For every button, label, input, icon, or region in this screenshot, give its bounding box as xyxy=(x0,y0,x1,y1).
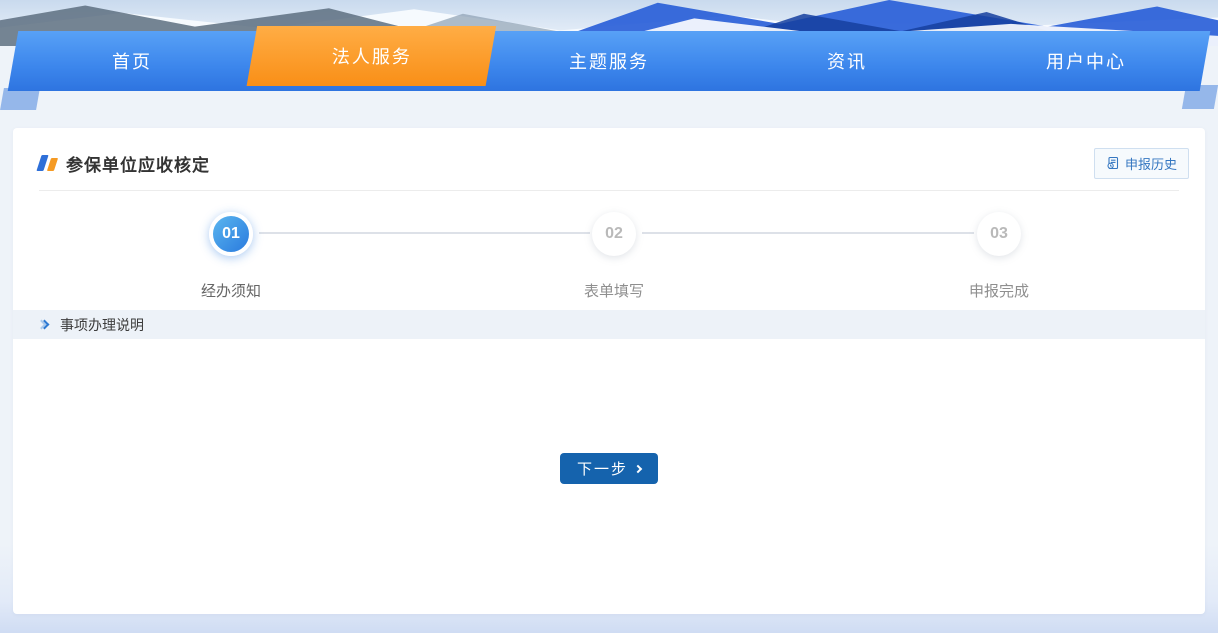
nav-tab-user-center[interactable]: 用户中心 xyxy=(961,31,1210,91)
nav-tab-legal-person-services[interactable]: 法人服务 xyxy=(247,26,496,86)
section-toggle-instructions[interactable]: 事项办理说明 xyxy=(13,310,1205,339)
step-label-1: 经办须知 xyxy=(151,280,311,301)
step-connector xyxy=(259,232,590,234)
nav-decorative-tail-left xyxy=(0,88,40,110)
nav-tab-news[interactable]: 资讯 xyxy=(723,31,972,91)
nav-bar: 首页 法人服务 主题服务 资讯 用户中心 xyxy=(8,31,1211,91)
step-circle-2: 02 xyxy=(592,212,636,256)
step-label-3: 申报完成 xyxy=(919,280,1079,301)
double-chevron-right-icon xyxy=(38,318,52,332)
next-step-label: 下一步 xyxy=(577,458,628,479)
nav-tab-label: 资讯 xyxy=(827,48,867,74)
card-header: 参保单位应收核定 申报历史 xyxy=(39,146,1189,180)
document-history-icon xyxy=(1106,156,1120,170)
nav-tab-label: 用户中心 xyxy=(1046,48,1126,74)
step-number: 01 xyxy=(222,225,240,243)
nav-tab-label: 主题服务 xyxy=(569,48,649,74)
double-slanted-bars-icon xyxy=(39,155,56,171)
next-step-button[interactable]: 下一步 xyxy=(560,453,658,484)
chevron-right-icon xyxy=(634,465,642,473)
step-connector xyxy=(642,232,974,234)
nav-tab-home[interactable]: 首页 xyxy=(8,31,257,91)
section-toggle-label: 事项办理说明 xyxy=(60,315,144,335)
declaration-history-button[interactable]: 申报历史 xyxy=(1094,148,1189,179)
nav-tab-label: 首页 xyxy=(112,48,152,74)
main-navigation: 首页 法人服务 主题服务 资讯 用户中心 xyxy=(0,0,1218,112)
step-number: 02 xyxy=(605,225,623,243)
declaration-history-label: 申报历史 xyxy=(1125,154,1177,173)
step-number: 03 xyxy=(990,225,1008,243)
title-wrap: 参保单位应收核定 xyxy=(39,151,210,176)
content-card: 参保单位应收核定 申报历史 01 02 03 经办须知 表单填写 申 xyxy=(13,128,1205,614)
nav-tab-label: 法人服务 xyxy=(331,43,411,69)
page-title: 参保单位应收核定 xyxy=(66,151,210,176)
header-divider xyxy=(39,190,1179,191)
nav-tab-theme-services[interactable]: 主题服务 xyxy=(485,31,734,91)
step-label-2: 表单填写 xyxy=(534,280,694,301)
step-circle-1: 01 xyxy=(209,212,253,256)
step-circle-3: 03 xyxy=(977,212,1021,256)
